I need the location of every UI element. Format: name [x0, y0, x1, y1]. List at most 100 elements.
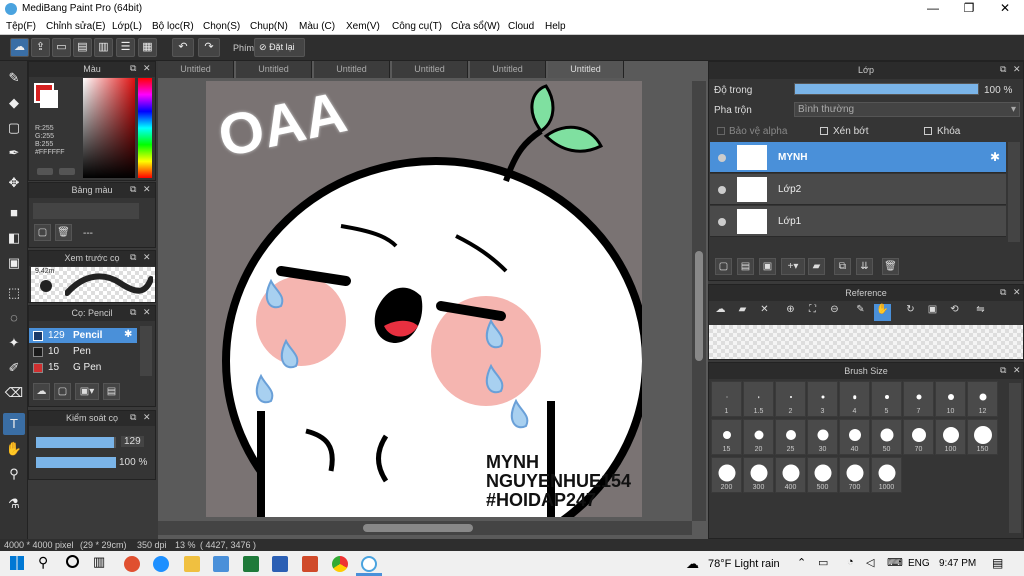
panel-close-icon[interactable]: ✕	[143, 252, 151, 263]
search-icon[interactable]: ⚲	[38, 554, 48, 571]
panel-float-icon[interactable]: ⧉	[1000, 365, 1006, 376]
brush-size-option[interactable]: 400	[775, 457, 806, 493]
layer-visibility-icon[interactable]	[718, 154, 726, 162]
duplicate-layer-icon[interactable]: ⧉	[834, 258, 851, 275]
layer-row-lop2[interactable]: Lớp2	[710, 174, 1006, 205]
app-icon[interactable]	[124, 556, 140, 572]
brush-size-option[interactable]: 10	[935, 381, 966, 417]
brush-size-option[interactable]: 1.5	[743, 381, 774, 417]
cloud-icon[interactable]: ☁	[712, 304, 729, 321]
brush-size-slider[interactable]	[36, 437, 116, 448]
task-view-icon[interactable]: ▥	[93, 554, 105, 570]
delete-palette-icon[interactable]: 🗑	[55, 224, 72, 241]
menu-tools[interactable]: Công cụ(T)	[392, 21, 442, 32]
file-explorer-icon[interactable]	[184, 556, 200, 572]
brush-size-option[interactable]: 70	[903, 419, 934, 455]
brush-size-option[interactable]: 200	[711, 457, 742, 493]
vertical-scrollbar[interactable]	[692, 81, 706, 521]
saturation-value-picker[interactable]	[83, 78, 135, 178]
brush-item-pencil[interactable]: 129 Pencil ✱	[29, 328, 137, 343]
brush-size-option[interactable]: 50	[871, 419, 902, 455]
clock[interactable]: 9:47 PM	[939, 558, 976, 569]
lasso-tool-icon[interactable]: ◌	[3, 307, 25, 329]
menu-layer[interactable]: Lớp(L)	[112, 21, 142, 32]
volume-icon[interactable]: ◁	[866, 556, 874, 569]
select-eraser-tool-icon[interactable]: ⌫	[3, 382, 25, 404]
gradient-tool-icon[interactable]: ▣	[3, 252, 25, 274]
hand-icon[interactable]: ✋	[874, 304, 891, 321]
eyedropper-icon[interactable]: ✎	[852, 304, 869, 321]
menu-help[interactable]: Help	[545, 21, 566, 32]
brush-size-option[interactable]: 1	[711, 381, 742, 417]
menu-select[interactable]: Chọn(S)	[203, 21, 240, 32]
notification-icon[interactable]: ▤	[992, 556, 1003, 570]
new-brush-icon[interactable]: ▢	[54, 383, 71, 400]
folder-icon[interactable]: ▰	[808, 258, 825, 275]
artwork-canvas[interactable]: OAA MYNH NGUYENHUE154 #HOIDAP247	[206, 81, 642, 517]
eraser-tool-icon[interactable]: ◆	[3, 92, 25, 114]
panel-close-icon[interactable]: ✕	[143, 184, 151, 195]
brush-size-option[interactable]: 25	[775, 419, 806, 455]
menu-cloud[interactable]: Cloud	[508, 21, 534, 32]
reset-button[interactable]: ⊘ Đặt lại	[254, 38, 305, 57]
tab-untitled[interactable]: Untitled	[392, 61, 468, 78]
layer-visibility-icon[interactable]	[718, 186, 726, 194]
lock-checkbox[interactable]	[924, 127, 932, 135]
panel-close-icon[interactable]: ✕	[143, 412, 151, 423]
powerpoint-icon[interactable]	[302, 556, 318, 572]
brush-size-option[interactable]: 2	[775, 381, 806, 417]
undo-icon[interactable]: ↶	[172, 38, 194, 57]
weather-icon[interactable]: ☁	[686, 556, 699, 572]
menu-window[interactable]: Cửa sổ(W)	[451, 21, 500, 32]
minimize-button[interactable]: —	[915, 0, 951, 18]
panel-float-icon[interactable]: ⧉	[1000, 287, 1006, 298]
eyedropper-tool-icon[interactable]: ⚲	[3, 463, 25, 485]
move-tool-icon[interactable]: ✥	[3, 172, 25, 194]
text-tool-icon[interactable]: T	[3, 413, 25, 435]
panel-float-icon[interactable]: ⧉	[1000, 64, 1006, 75]
new-layer-icon[interactable]: ▢	[715, 258, 732, 275]
cloud-icon[interactable]: ☁	[10, 38, 29, 57]
select-rect-tool-icon[interactable]: ⬚	[3, 282, 25, 304]
brush-size-option[interactable]: 150	[967, 419, 998, 455]
menu-file[interactable]: Tệp(F)	[6, 21, 36, 32]
fit-icon[interactable]: ⛶	[804, 304, 821, 321]
tab-untitled[interactable]: Untitled	[470, 61, 546, 78]
brush-properties-icon[interactable]: ▤	[103, 383, 120, 400]
add-layer-menu-icon[interactable]: +▾	[781, 258, 805, 275]
excel-icon[interactable]	[243, 556, 259, 572]
menu-capture[interactable]: Chụp(N)	[250, 21, 288, 32]
brush-size-option[interactable]: 500	[807, 457, 838, 493]
reference-image-area[interactable]	[709, 325, 1023, 359]
rectangle-tool-icon[interactable]: ▢	[3, 117, 25, 139]
blend-mode-select[interactable]: Bình thường ▾	[794, 102, 1020, 117]
redo-icon[interactable]: ↷	[198, 38, 220, 57]
flip-icon[interactable]: ⇋	[972, 304, 989, 321]
new-1bit-layer-icon[interactable]: ▣	[759, 258, 776, 275]
brush-opacity-slider[interactable]	[36, 457, 116, 468]
color-mode-button[interactable]	[37, 168, 53, 175]
new-palette-icon[interactable]: ▢	[34, 224, 51, 241]
brush-size-option[interactable]: 4	[839, 381, 870, 417]
grid-icon[interactable]: ▦	[138, 38, 157, 57]
brush-size-option[interactable]: 15	[711, 419, 742, 455]
weather-text[interactable]: 78°F Light rain	[708, 558, 780, 570]
panel-float-icon[interactable]: ⧉	[130, 307, 136, 318]
brush-size-option[interactable]: 12	[967, 381, 998, 417]
share-icon[interactable]: ⇪	[31, 38, 50, 57]
new-halftone-layer-icon[interactable]: ▤	[737, 258, 754, 275]
pen-tool-icon[interactable]: ✒	[3, 142, 25, 164]
brush-tool-icon[interactable]: ✎	[3, 67, 25, 89]
brush-size-option[interactable]: 5	[871, 381, 902, 417]
horizontal-scrollbar[interactable]	[158, 521, 692, 535]
list-icon[interactable]: ☰	[116, 38, 135, 57]
cloud-brush-icon[interactable]: ☁	[33, 383, 50, 400]
rotate-icon[interactable]: ↻	[902, 304, 919, 321]
tab-untitled[interactable]: Untitled	[314, 61, 390, 78]
select-pen-tool-icon[interactable]: ✐	[3, 357, 25, 379]
layer-settings-icon[interactable]: ✱	[990, 150, 1000, 164]
fullscreen-icon[interactable]: ▣	[924, 304, 941, 321]
language-indicator[interactable]: ENG	[908, 558, 930, 569]
panel-float-icon[interactable]: ⧉	[130, 63, 136, 74]
comment-icon[interactable]: ▭	[52, 38, 71, 57]
